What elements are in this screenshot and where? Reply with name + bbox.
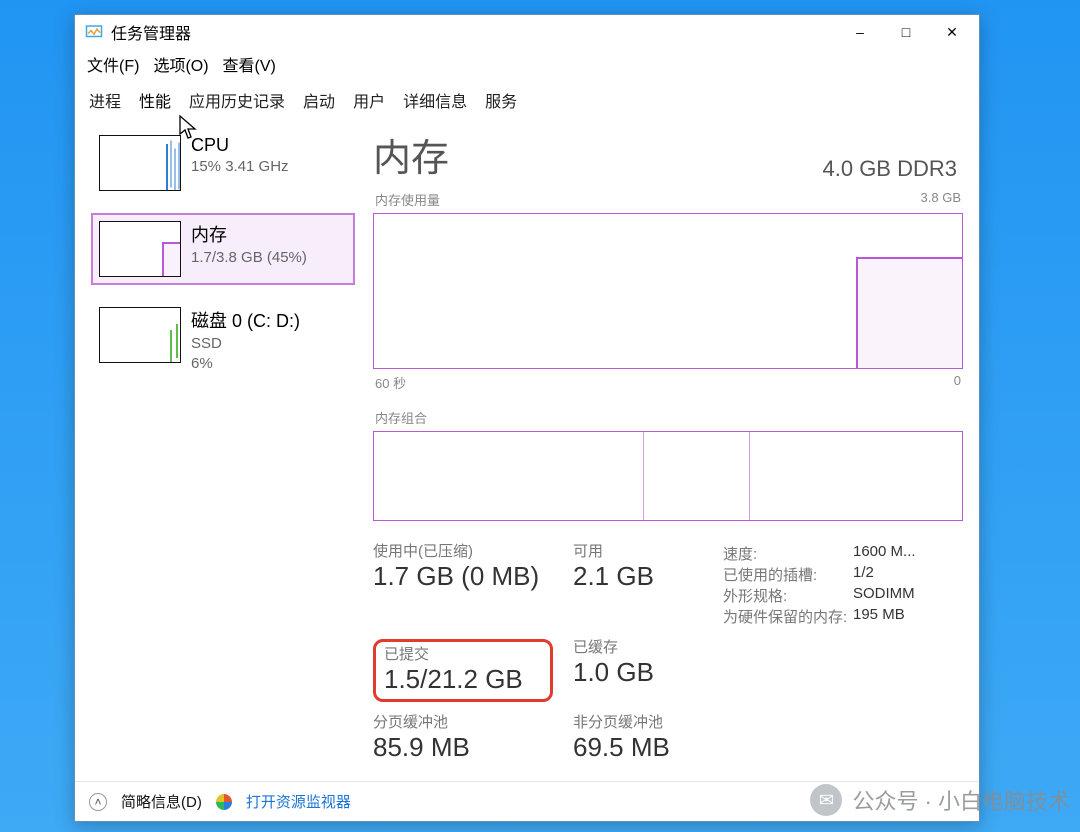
disk-label: 磁盘 0 (C: D:) — [191, 307, 300, 333]
speed-v: 1600 M... — [853, 543, 916, 564]
axis-left: 60 秒 — [375, 373, 406, 392]
disk-sub1: SSD — [191, 335, 300, 353]
cached-value: 1.0 GB — [573, 657, 723, 688]
slots-v: 1/2 — [853, 564, 874, 585]
menu-file[interactable]: 文件(F) — [87, 52, 139, 76]
memory-composition-graph — [373, 431, 963, 521]
nonpaged-label: 非分页缓冲池 — [573, 714, 723, 732]
available-label: 可用 — [573, 543, 723, 561]
menubar: 文件(F) 选项(O) 查看(V) — [75, 49, 979, 79]
axis-right: 0 — [954, 373, 961, 392]
tab-performance[interactable]: 性能 — [137, 84, 173, 116]
tab-users[interactable]: 用户 — [351, 84, 387, 116]
committed-highlight: 已提交 1.5/21.2 GB — [373, 639, 553, 702]
fewer-details-link[interactable]: 简略信息(D) — [121, 791, 202, 812]
titlebar[interactable]: 任务管理器 – □ ✕ — [75, 15, 979, 49]
tab-strip: 进程 性能 应用历史记录 启动 用户 详细信息 服务 — [75, 79, 979, 117]
available-value: 2.1 GB — [573, 561, 723, 592]
paged-value: 85.9 MB — [373, 732, 573, 763]
tab-startup[interactable]: 启动 — [301, 84, 337, 116]
minimize-button[interactable]: – — [837, 17, 883, 47]
menu-options[interactable]: 选项(O) — [153, 52, 208, 76]
cpu-label: CPU — [191, 135, 289, 156]
memory-stats: 使用中(已压缩) 1.7 GB (0 MB) 可用 2.1 GB 速度:1600… — [373, 543, 963, 763]
slots-k: 已使用的插槽: — [723, 564, 853, 585]
sidebar-item-disk[interactable]: 磁盘 0 (C: D:) SSD 6% — [91, 299, 355, 381]
hw-v: 195 MB — [853, 606, 905, 627]
memory-usage-graph — [373, 213, 963, 369]
sidebar-item-cpu[interactable]: CPU 15% 3.41 GHz — [91, 127, 355, 199]
committed-label: 已提交 — [384, 646, 542, 664]
cpu-sub: 15% 3.41 GHz — [191, 158, 289, 176]
perf-sidebar: CPU 15% 3.41 GHz 内存 1.7/3.8 GB (45%) 磁盘 … — [91, 127, 355, 781]
memory-panel: 内存 4.0 GB DDR3 内存使用量 3.8 GB 60 秒 0 内存组合 — [373, 127, 963, 781]
disk-sub2: 6% — [191, 355, 300, 373]
usage-label: 内存使用量 — [375, 190, 440, 209]
fewer-details-icon[interactable]: ˄ — [89, 793, 107, 811]
in-use-label: 使用中(已压缩) — [373, 543, 573, 561]
tab-services[interactable]: 服务 — [483, 84, 519, 116]
form-v: SODIMM — [853, 585, 915, 606]
usage-max: 3.8 GB — [921, 190, 961, 209]
open-resource-monitor-link[interactable]: 打开资源监视器 — [246, 791, 351, 812]
memory-sub: 1.7/3.8 GB (45%) — [191, 249, 307, 267]
tab-processes[interactable]: 进程 — [87, 84, 123, 116]
window-title: 任务管理器 — [111, 20, 191, 44]
composition-label: 内存组合 — [375, 408, 427, 427]
cached-label: 已缓存 — [573, 639, 723, 657]
maximize-button[interactable]: □ — [883, 17, 929, 47]
watermark: ✉ 公众号 · 小白电脑技术 — [810, 784, 1070, 816]
tab-app-history[interactable]: 应用历史记录 — [187, 84, 287, 116]
app-icon — [85, 23, 103, 41]
resource-monitor-icon — [216, 794, 232, 810]
sidebar-item-memory[interactable]: 内存 1.7/3.8 GB (45%) — [91, 213, 355, 285]
content-area: CPU 15% 3.41 GHz 内存 1.7/3.8 GB (45%) 磁盘 … — [75, 117, 979, 781]
memory-label: 内存 — [191, 221, 307, 247]
menu-view[interactable]: 查看(V) — [223, 52, 276, 76]
panel-heading: 内存 — [373, 127, 449, 182]
panel-subheading: 4.0 GB DDR3 — [823, 156, 958, 182]
nonpaged-value: 69.5 MB — [573, 732, 723, 763]
memory-thumb-icon — [99, 221, 181, 277]
in-use-value: 1.7 GB (0 MB) — [373, 561, 573, 592]
watermark-text: 公众号 · 小白电脑技术 — [852, 784, 1070, 816]
paged-label: 分页缓冲池 — [373, 714, 573, 732]
committed-value: 1.5/21.2 GB — [384, 664, 542, 695]
disk-thumb-icon — [99, 307, 181, 363]
task-manager-window: 任务管理器 – □ ✕ 文件(F) 选项(O) 查看(V) 进程 性能 应用历史… — [74, 14, 980, 822]
form-k: 外形规格: — [723, 585, 853, 606]
wechat-icon: ✉ — [810, 784, 842, 816]
hw-k: 为硬件保留的内存: — [723, 606, 853, 627]
cpu-thumb-icon — [99, 135, 181, 191]
speed-k: 速度: — [723, 543, 853, 564]
tab-details[interactable]: 详细信息 — [401, 84, 469, 116]
close-button[interactable]: ✕ — [929, 17, 975, 47]
